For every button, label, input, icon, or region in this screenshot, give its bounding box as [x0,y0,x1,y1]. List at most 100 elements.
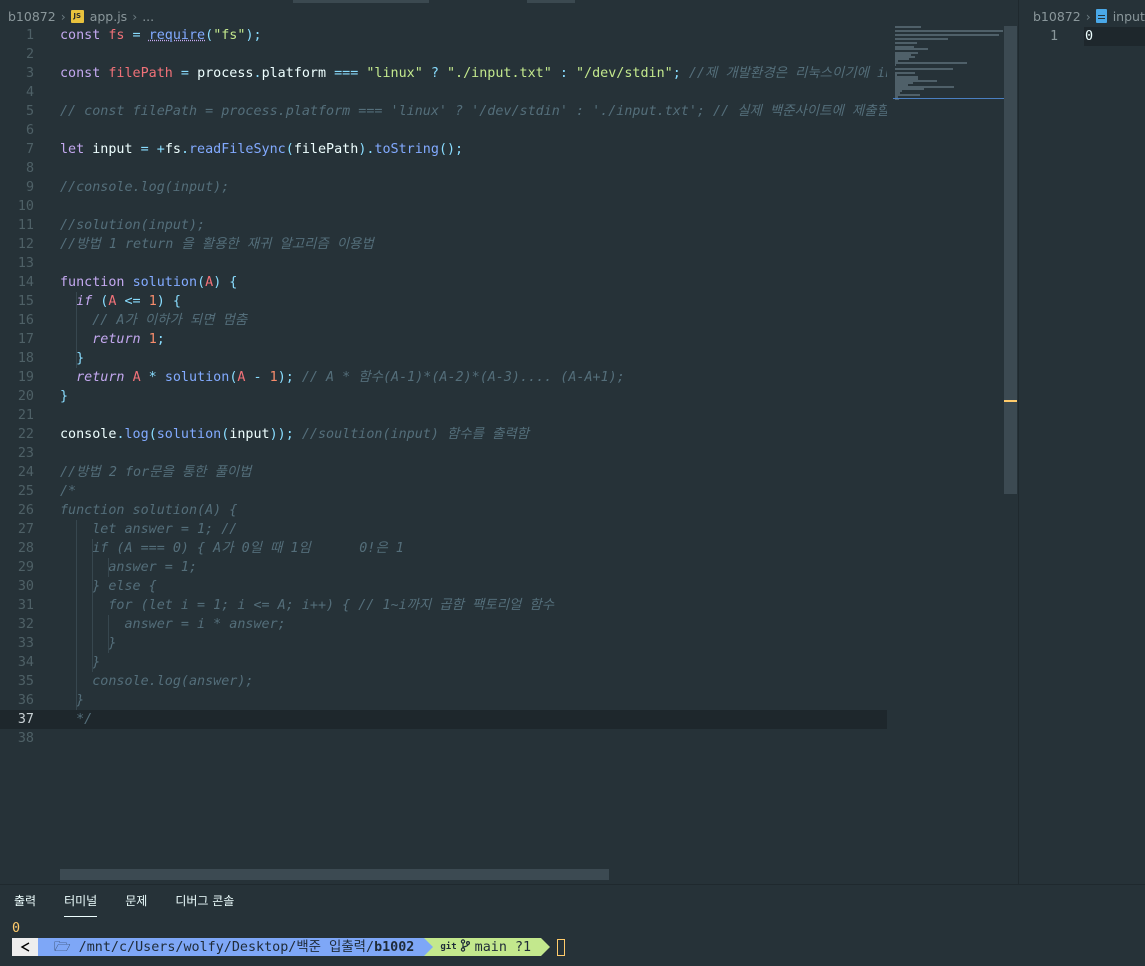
code-line[interactable]: 29 answer = 1; [0,558,887,577]
code-text[interactable]: if (A === 0) { A가 0일 때 1임 0!은 1 [60,539,404,558]
code-text[interactable]: const filePath = process.platform === "l… [60,64,887,83]
input-file-content[interactable]: 0 [1084,27,1145,46]
code-text[interactable]: //방법 1 return 을 활용한 재귀 알고리즘 이용법 [60,235,374,254]
code-line[interactable]: 3 const filePath = process.platform === "… [0,64,887,83]
code-line[interactable]: 34 } [0,653,887,672]
code-line[interactable]: 15 if (A <= 1) { [0,292,887,311]
code-line[interactable]: 27 let answer = 1; // [0,520,887,539]
terminal-prompt[interactable]: 🗁 /mnt/c/Users/wolfy/Desktop/백준 입출력/b100… [12,938,566,956]
code-line[interactable]: 19 return A * solution(A - 1); // A * 함수… [0,368,887,387]
breadcrumb-file[interactable]: app.js [90,9,128,24]
code-token: // A * 함수(A-1)*(A-2)*(A-3).... (A-A+1); [301,370,625,385]
code-line[interactable]: 30 } else { [0,577,887,596]
editor-split-divider[interactable] [1018,0,1019,884]
code-token: /* [60,484,77,499]
code-text[interactable]: if (A <= 1) { [60,292,181,311]
code-line[interactable]: 23 [0,444,887,463]
code-text[interactable]: } else { [60,577,157,596]
code-text[interactable]: //방법 2 for문을 통한 풀이법 [60,463,252,482]
code-token: //console.log(input); [60,180,230,195]
code-line[interactable]: 20} [0,387,887,406]
code-text[interactable]: /* [60,482,76,501]
prompt-path-prefix: 🗁 /mnt/c/Users/wolfy/Desktop/백준 입출력/ [54,939,375,955]
code-line[interactable]: 4 [0,83,887,102]
breadcrumb-more[interactable]: ... [142,9,154,24]
code-line[interactable]: 24 //방법 2 for문을 통한 풀이법 [0,463,887,482]
breadcrumb-file[interactable]: input [1113,9,1145,24]
code-text[interactable]: } [60,653,100,672]
code-text[interactable]: //solution(input); [60,216,205,235]
code-line[interactable]: 38 [0,729,887,748]
editor-tab-indicator [293,0,429,3]
tab-debug-console[interactable]: 디버그 콘솔 [161,891,248,917]
code-line[interactable]: 26 function solution(A) { [0,501,887,520]
breadcrumb-folder[interactable]: b10872 [8,9,56,24]
minimap[interactable] [893,26,1005,101]
code-text[interactable]: // const filePath = process.platform ===… [60,102,887,121]
code-line[interactable]: 7 let input = +fs.readFileSync(filePath).… [0,140,887,159]
vertical-scrollbar[interactable] [1004,26,1017,494]
code-token: if [76,294,93,309]
code-line[interactable]: 2 [0,45,887,64]
code-line[interactable]: 18 } [0,349,887,368]
code-token: */ [60,712,93,727]
code-text[interactable]: let answer = 1; // [60,520,237,539]
code-line[interactable]: 11 //solution(input); [0,216,887,235]
breadcrumb-folder[interactable]: b10872 [1033,9,1081,24]
code-text[interactable]: let input = +fs.readFileSync(filePath).t… [60,140,463,159]
code-line[interactable]: 10 [0,197,887,216]
tab-terminal[interactable]: 터미널 [50,891,111,917]
code-line[interactable]: 17 return 1; [0,330,887,349]
code-line[interactable]: 13 [0,254,887,273]
code-line[interactable]: 31 for (let i = 1; i <= A; i++) { // 1~i… [0,596,887,615]
code-line[interactable]: 14 function solution(A) { [0,273,887,292]
code-text[interactable]: answer = 1; [60,558,197,577]
line-number: 25 [17,484,34,499]
input-file-line[interactable]: 1 0 [1018,27,1145,46]
tab-problems[interactable]: 문제 [111,891,161,917]
code-text[interactable]: console.log(answer); [60,672,253,691]
code-text[interactable]: answer = i * answer; [60,615,285,634]
code-line[interactable]: 35 console.log(answer); [0,672,887,691]
code-line[interactable]: 1 const fs = require("fs"); [0,26,887,45]
code-line[interactable]: 16 // A가 이하가 되면 멈춤 [0,311,887,330]
code-token: "./input.txt" [447,66,552,81]
code-text[interactable]: for (let i = 1; i <= A; i++) { // 1~i까지 … [60,596,554,615]
horizontal-scrollbar[interactable] [60,869,609,880]
code-token: // const filePath = process.platform ===… [60,104,887,119]
code-text[interactable]: function solution(A) { [60,501,237,520]
terminal-output: 0 [12,921,21,936]
code-text[interactable]: console.log(solution(input)); //soultion… [60,425,529,444]
code-text[interactable]: } [60,691,84,710]
minimap-line [895,34,999,36]
code-text[interactable]: const fs = require("fs"); [60,26,262,45]
code-line[interactable]: 12 //방법 1 return 을 활용한 재귀 알고리즘 이용법 [0,235,887,254]
code-line[interactable]: 5 // const filePath = process.platform ==… [0,102,887,121]
indent-guide [108,615,109,653]
code-line[interactable]: 8 [0,159,887,178]
code-line[interactable]: 36 } [0,691,887,710]
code-area[interactable]: 1 const fs = require("fs"); 2 3 const filePa… [0,26,887,786]
code-text[interactable]: } [60,387,68,406]
code-line[interactable]: 37 */ [0,710,887,729]
tab-output[interactable]: 출력 [0,891,50,917]
code-line[interactable]: 22 console.log(solution(input)); //soulti… [0,425,887,444]
code-line[interactable]: 9 //console.log(input); [0,178,887,197]
code-text[interactable]: //console.log(input); [60,178,229,197]
minimap-line [895,42,918,44]
code-line[interactable]: 32 answer = i * answer; [0,615,887,634]
code-text[interactable]: return A * solution(A - 1); // A * 함수(A-… [60,368,625,387]
code-line[interactable]: 21 [0,406,887,425]
code-line[interactable]: 25 /* [0,482,887,501]
code-text[interactable]: } [60,349,84,368]
code-line[interactable]: 6 [0,121,887,140]
terminal-cursor [557,938,566,956]
code-text[interactable]: */ [60,710,92,729]
code-token: } [60,351,85,366]
code-editor[interactable]: 1 const fs = require("fs"); 2 3 const filePa… [0,26,1017,884]
code-token: function solution(A) { [60,503,238,518]
code-text[interactable]: // A가 이하가 되면 멈춤 [60,311,247,330]
code-text[interactable]: function solution(A) { [60,273,237,292]
code-line[interactable]: 28 if (A === 0) { A가 0일 때 1임 0!은 1 [0,539,887,558]
code-line[interactable]: 33 } [0,634,887,653]
